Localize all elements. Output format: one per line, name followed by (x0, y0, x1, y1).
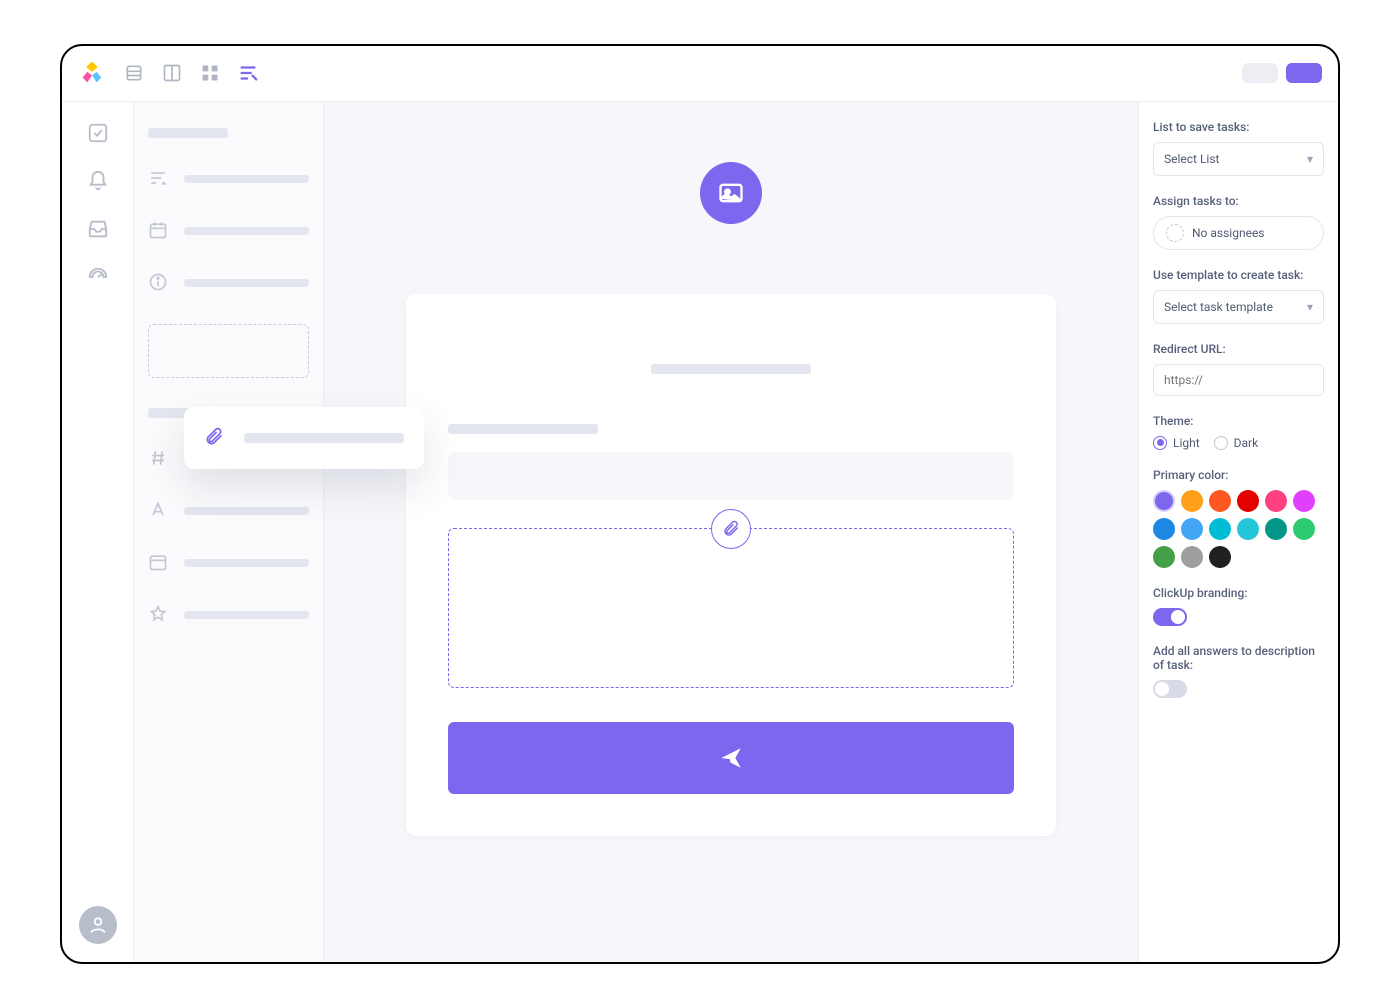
redirect-url-input[interactable] (1153, 364, 1324, 396)
color-swatch[interactable] (1153, 546, 1175, 568)
template-label: Use template to create task: (1153, 268, 1324, 282)
nav-profile-icon[interactable] (79, 906, 117, 944)
answers-toggle[interactable] (1153, 680, 1187, 698)
topbar (62, 46, 1338, 102)
list-select[interactable]: Select List ▾ (1153, 142, 1324, 176)
hash-icon (148, 448, 170, 470)
color-swatch[interactable] (1293, 518, 1315, 540)
view-grid-icon[interactable] (196, 59, 224, 87)
topbar-action-primary[interactable] (1286, 63, 1322, 83)
primary-color-label: Primary color: (1153, 468, 1324, 482)
settings-panel: List to save tasks: Select List ▾ Assign… (1138, 102, 1338, 962)
field-input-placeholder[interactable] (448, 452, 1014, 500)
theme-light-option[interactable]: Light (1153, 436, 1200, 450)
view-list-icon[interactable] (120, 59, 148, 87)
nav-dashboard-icon[interactable] (87, 266, 109, 288)
chevron-down-icon: ▾ (1307, 300, 1313, 314)
color-swatch[interactable] (1209, 518, 1231, 540)
sort-icon (148, 168, 170, 190)
panel-section-title (148, 128, 228, 138)
nav-tasks-icon[interactable] (87, 122, 109, 144)
assignee-select[interactable]: No assignees (1153, 216, 1324, 250)
form-wrapper (406, 162, 1056, 796)
text-icon (148, 500, 170, 522)
redirect-label: Redirect URL: (1153, 342, 1324, 356)
template-select-value: Select task template (1164, 300, 1273, 314)
attachment-icon (204, 427, 226, 449)
color-swatch[interactable] (1237, 518, 1259, 540)
attachment-icon (711, 509, 751, 549)
color-swatch[interactable] (1265, 518, 1287, 540)
info-icon (148, 272, 170, 294)
field-rating-item[interactable] (148, 604, 309, 626)
form-canvas (324, 102, 1138, 962)
field-sort-item[interactable] (148, 168, 309, 190)
form-image-placeholder[interactable] (700, 162, 762, 224)
assignee-value: No assignees (1192, 226, 1265, 240)
app-body: List to save tasks: Select List ▾ Assign… (62, 102, 1338, 962)
branding-toggle[interactable] (1153, 608, 1187, 626)
color-swatch[interactable] (1153, 490, 1175, 512)
clickup-logo-icon (78, 59, 106, 87)
chevron-down-icon: ▾ (1307, 152, 1313, 166)
color-swatch[interactable] (1153, 518, 1175, 540)
assign-label: Assign tasks to: (1153, 194, 1324, 208)
calendar-icon (148, 220, 170, 242)
color-swatch[interactable] (1181, 490, 1203, 512)
color-swatch[interactable] (1181, 546, 1203, 568)
theme-dark-option[interactable]: Dark (1214, 436, 1259, 450)
star-icon (148, 604, 170, 626)
field-label-placeholder[interactable] (448, 424, 598, 434)
color-swatches (1153, 490, 1324, 568)
form-title-placeholder[interactable] (651, 364, 811, 374)
view-form-icon[interactable] (234, 59, 262, 87)
field-date-item[interactable] (148, 220, 309, 242)
color-swatch[interactable] (1293, 490, 1315, 512)
field-date-2-item[interactable] (148, 552, 309, 574)
field-dropzone[interactable] (148, 324, 309, 378)
form-fields-panel (134, 102, 324, 962)
view-board-icon[interactable] (158, 59, 186, 87)
theme-label: Theme: (1153, 414, 1324, 428)
assignee-avatar-placeholder-icon (1166, 224, 1184, 242)
nav-inbox-icon[interactable] (87, 218, 109, 240)
dragging-field-card[interactable] (184, 407, 424, 469)
submit-button[interactable] (448, 722, 1014, 794)
list-select-value: Select List (1164, 152, 1219, 166)
color-swatch[interactable] (1265, 490, 1287, 512)
radio-off-icon (1214, 436, 1228, 450)
app-frame: List to save tasks: Select List ▾ Assign… (60, 44, 1340, 964)
form-card (406, 294, 1056, 836)
topbar-action-secondary[interactable] (1242, 63, 1278, 83)
template-select[interactable]: Select task template ▾ (1153, 290, 1324, 324)
attachment-dropzone[interactable] (448, 528, 1014, 688)
calendar-icon (148, 552, 170, 574)
color-swatch[interactable] (1181, 518, 1203, 540)
field-info-item[interactable] (148, 272, 309, 294)
field-text-item[interactable] (148, 500, 309, 522)
nav-notifications-icon[interactable] (87, 170, 109, 192)
branding-label: ClickUp branding: (1153, 586, 1324, 600)
color-swatch[interactable] (1209, 490, 1231, 512)
radio-on-icon (1153, 436, 1167, 450)
color-swatch[interactable] (1209, 546, 1231, 568)
nav-rail (62, 102, 134, 962)
list-label: List to save tasks: (1153, 120, 1324, 134)
color-swatch[interactable] (1237, 490, 1259, 512)
answers-label: Add all answers to description of task: (1153, 644, 1324, 672)
